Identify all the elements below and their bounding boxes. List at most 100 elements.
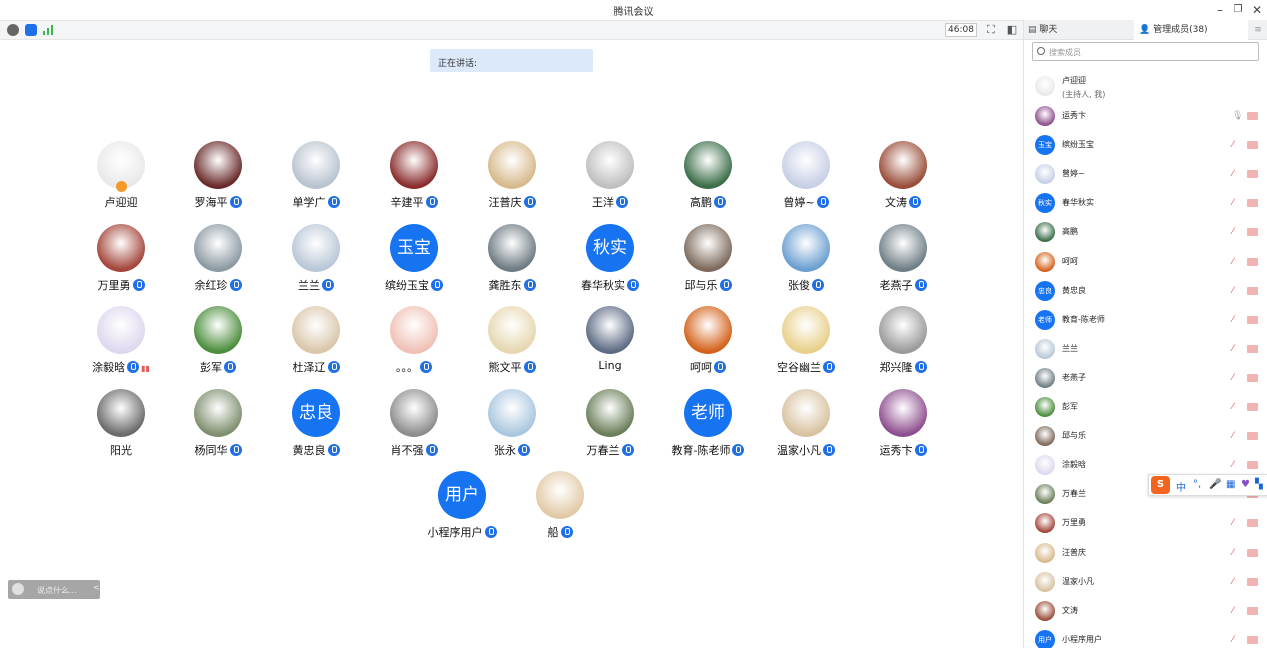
participant-tile[interactable]: 。。。 — [364, 306, 464, 376]
participant-tile[interactable]: 高鹏 — [658, 141, 758, 211]
participant-tile[interactable]: 船 — [510, 471, 610, 541]
ime-keyboard-icon[interactable]: ▦ — [1226, 479, 1235, 490]
member-row[interactable]: 运秀卞 🎙 — [1024, 102, 1267, 131]
panel-menu-icon[interactable]: ≡ — [1250, 20, 1266, 40]
camera-off-icon[interactable] — [1247, 577, 1258, 586]
member-row[interactable]: 邱与乐 ⁄ — [1024, 422, 1267, 451]
camera-off-icon[interactable] — [1247, 519, 1258, 528]
participant-tile[interactable]: 兰兰 — [266, 224, 366, 294]
participant-tile[interactable]: 张永 — [462, 389, 562, 459]
member-row[interactable]: 秋实 春华秋实 ⁄ — [1024, 189, 1267, 218]
member-row[interactable]: 文涛 ⁄ — [1024, 597, 1267, 626]
member-row[interactable]: 温家小凡 ⁄ — [1024, 568, 1267, 597]
microphone-muted-icon[interactable]: ⁄ — [1232, 257, 1240, 267]
microphone-muted-icon[interactable]: ⁄ — [1232, 373, 1240, 383]
member-row[interactable]: 忠良 黄忠良 ⁄ — [1024, 277, 1267, 306]
tab-chat[interactable]: ▤ 聊天 — [1024, 20, 1134, 40]
microphone-muted-icon[interactable]: ⁄ — [1232, 548, 1240, 558]
microphone-muted-icon[interactable]: ⁄ — [1232, 402, 1240, 412]
minimize-icon[interactable]: – — [1211, 1, 1229, 19]
member-row[interactable]: 曾婷~ ⁄ — [1024, 160, 1267, 189]
member-row[interactable]: 汪普庆 ⁄ — [1024, 539, 1267, 568]
participant-tile[interactable]: 温家小凡 — [756, 389, 856, 459]
participant-tile[interactable]: 汪普庆 — [462, 141, 562, 211]
emoji-icon[interactable] — [12, 583, 24, 595]
camera-off-icon[interactable] — [1247, 170, 1258, 179]
participant-tile[interactable]: 空谷幽兰 — [756, 306, 856, 376]
participant-tile[interactable]: 玉宝 缤纷玉宝 — [364, 224, 464, 294]
restore-icon[interactable]: ❐ — [1229, 1, 1247, 19]
member-row[interactable]: 万里勇 ⁄ — [1024, 509, 1267, 538]
member-row[interactable]: 玉宝 缤纷玉宝 ⁄ — [1024, 131, 1267, 160]
participant-tile[interactable]: 邱与乐 — [658, 224, 758, 294]
camera-off-icon[interactable] — [1247, 112, 1258, 120]
participant-tile[interactable]: 秋实 春华秋实 — [560, 224, 660, 294]
participant-tile[interactable]: 用户 小程序用户 — [412, 471, 512, 541]
participant-tile[interactable]: 忠良 黄忠良 — [266, 389, 366, 459]
camera-off-icon[interactable] — [1247, 344, 1258, 353]
member-row[interactable]: 老燕子 ⁄ — [1024, 364, 1267, 393]
ime-skin-icon[interactable]: ♥ — [1241, 479, 1250, 490]
participant-tile[interactable]: 肖不强 — [364, 389, 464, 459]
camera-off-icon[interactable] — [1247, 432, 1258, 441]
camera-off-icon[interactable] — [1247, 228, 1258, 237]
participant-tile[interactable]: 呵呵 — [658, 306, 758, 376]
close-icon[interactable]: ✕ — [1248, 1, 1266, 19]
participant-tile[interactable]: 杨同华 — [168, 389, 268, 459]
collapse-arrow-icon[interactable]: < — [93, 583, 100, 592]
member-row[interactable]: 老师 教育-陈老师 ⁄ — [1024, 306, 1267, 335]
microphone-muted-icon[interactable]: ⁄ — [1232, 227, 1240, 237]
participant-tile[interactable]: 王洋 — [560, 141, 660, 211]
participant-tile[interactable]: 老师 教育-陈老师 — [658, 389, 758, 459]
microphone-muted-icon[interactable]: ⁄ — [1232, 577, 1240, 587]
microphone-muted-icon[interactable]: ⁄ — [1232, 286, 1240, 296]
microphone-muted-icon[interactable]: ⁄ — [1232, 140, 1240, 150]
camera-off-icon[interactable] — [1247, 315, 1258, 324]
member-row[interactable]: 呵呵 ⁄ — [1024, 248, 1267, 277]
participant-tile[interactable]: 曾婷~ — [756, 141, 856, 211]
microphone-muted-icon[interactable]: ⁄ — [1232, 460, 1240, 470]
participant-tile[interactable]: 万春兰 — [560, 389, 660, 459]
participant-tile[interactable]: 龚胜东 — [462, 224, 562, 294]
participant-tile[interactable]: 熊文平 — [462, 306, 562, 376]
tab-members[interactable]: 👤 管理成员(38) — [1134, 20, 1248, 40]
camera-off-icon[interactable] — [1247, 257, 1258, 266]
member-row[interactable]: 高鹏 ⁄ — [1024, 218, 1267, 247]
member-row[interactable]: 用户 小程序用户 ⁄ — [1024, 626, 1267, 648]
participant-tile[interactable]: 单学广 — [266, 141, 366, 211]
camera-off-icon[interactable] — [1247, 199, 1258, 208]
microphone-muted-icon[interactable]: ⁄ — [1232, 198, 1240, 208]
microphone-muted-icon[interactable]: ⁄ — [1232, 606, 1240, 616]
participant-tile[interactable]: 张俊 — [756, 224, 856, 294]
microphone-muted-icon[interactable]: ⁄ — [1232, 518, 1240, 528]
microphone-muted-icon[interactable]: ⁄ — [1232, 169, 1240, 179]
participant-tile[interactable]: 卢迎迎 — [71, 141, 171, 211]
camera-off-icon[interactable] — [1247, 461, 1258, 470]
microphone-muted-icon[interactable]: ⁄ — [1232, 635, 1240, 645]
camera-off-icon[interactable] — [1247, 548, 1258, 557]
ime-lang[interactable]: 中 — [1176, 479, 1186, 494]
ime-mic-icon[interactable]: 🎤 — [1209, 479, 1221, 490]
camera-off-icon[interactable] — [1247, 635, 1258, 644]
camera-off-icon[interactable] — [1247, 606, 1258, 615]
participant-tile[interactable]: 杜泽辽 — [266, 306, 366, 376]
member-row[interactable]: 彭军 ⁄ — [1024, 393, 1267, 422]
sogou-logo-icon[interactable]: S — [1151, 476, 1170, 494]
member-row[interactable]: 卢迎迎 (主持人, 我) — [1024, 72, 1267, 102]
microphone-muted-icon[interactable]: ⁄ — [1232, 431, 1240, 441]
camera-off-icon[interactable] — [1247, 141, 1258, 150]
participant-tile[interactable]: 彭军 — [168, 306, 268, 376]
member-row[interactable]: 兰兰 ⁄ — [1024, 335, 1267, 364]
participant-tile[interactable]: 余红珍 — [168, 224, 268, 294]
microphone-muted-icon[interactable]: ⁄ — [1232, 344, 1240, 354]
microphone-icon[interactable]: 🎙 — [1232, 111, 1243, 121]
participant-tile[interactable]: 老燕子 — [853, 224, 953, 294]
participant-tile[interactable]: 罗海平 — [168, 141, 268, 211]
camera-off-icon[interactable] — [1247, 373, 1258, 382]
participant-tile[interactable]: 郑兴隆 — [853, 306, 953, 376]
camera-off-icon[interactable] — [1247, 403, 1258, 411]
participant-tile[interactable]: 阳光 — [71, 389, 171, 459]
participant-tile[interactable]: 万里勇 — [71, 224, 171, 294]
participant-tile[interactable]: 辛建平 — [364, 141, 464, 211]
chat-input[interactable]: 说点什么... < — [8, 580, 100, 599]
